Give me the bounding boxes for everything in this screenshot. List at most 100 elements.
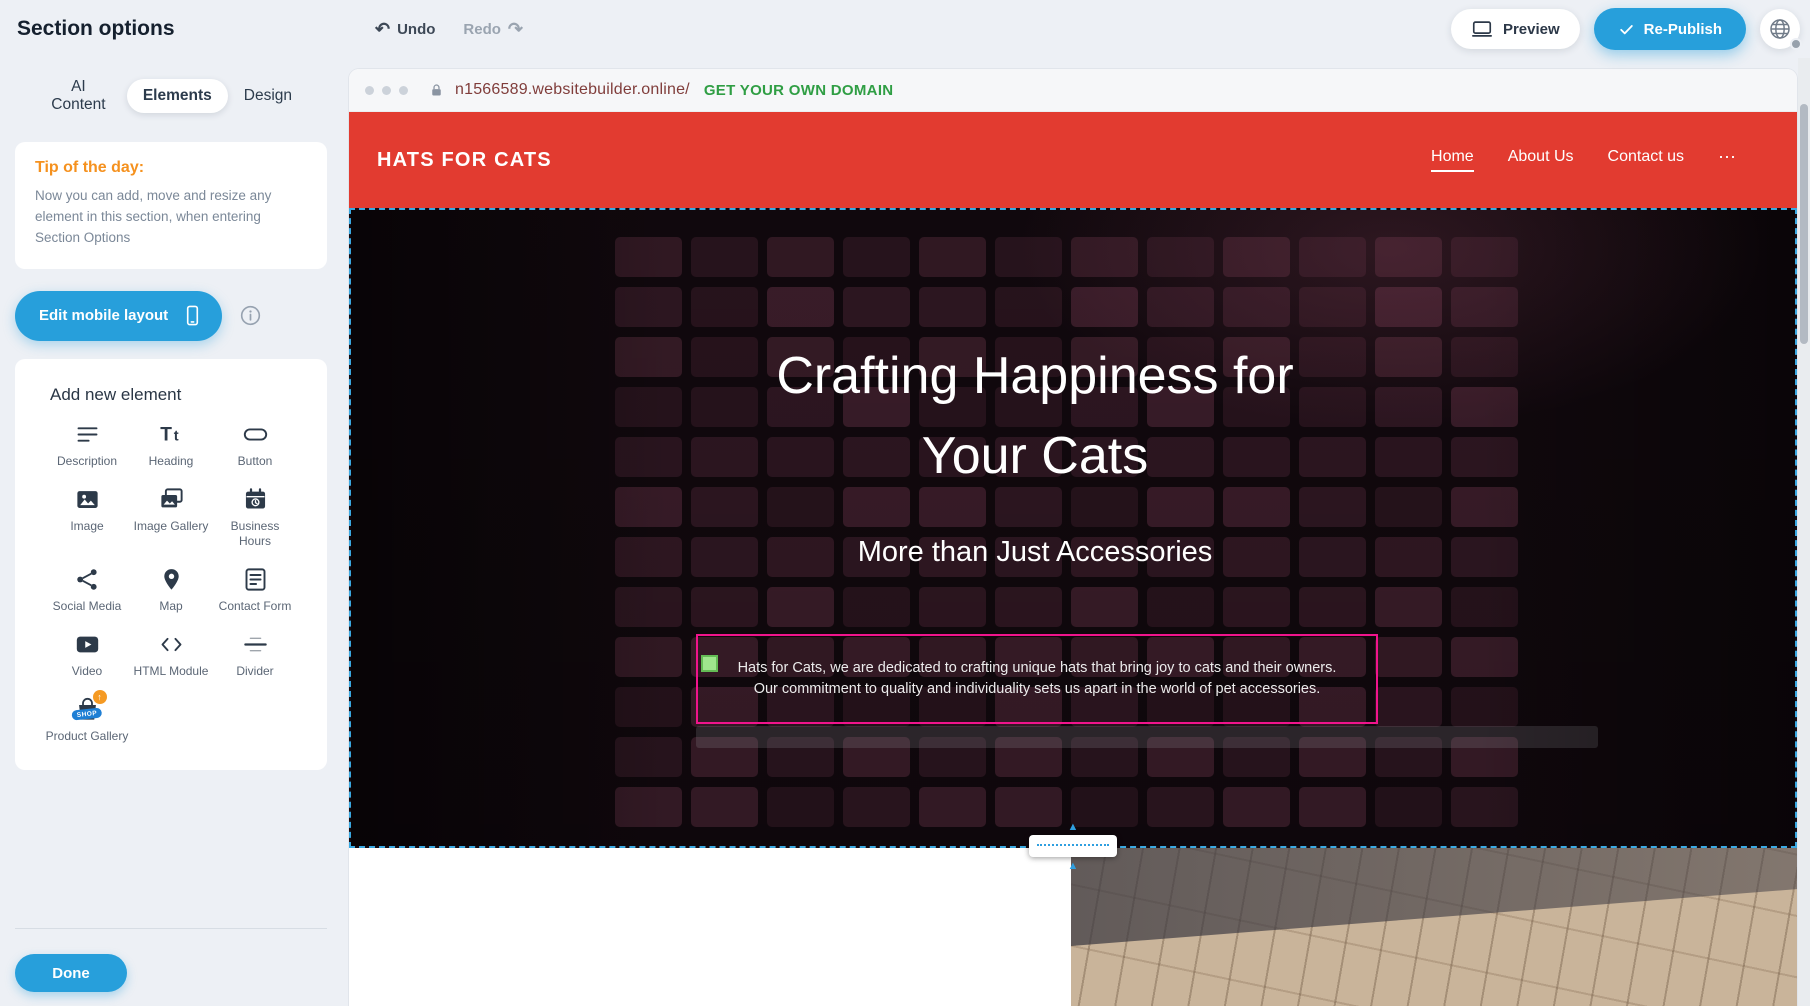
preview-button[interactable]: Preview [1451,9,1580,49]
republish-button[interactable]: Re-Publish [1594,8,1746,50]
tab-design[interactable]: Design [228,79,308,113]
add-video-button[interactable]: Video [45,631,129,679]
social-media-icon [74,566,101,593]
page-title: Section options [17,17,175,41]
video-icon [74,631,101,658]
section-resize-handle[interactable]: ▲ ▲ [1029,835,1117,857]
hero-tile [1375,537,1442,577]
hero-tile [995,287,1062,327]
hero-heading[interactable]: Crafting Happiness for Your Cats [575,336,1495,496]
hero-tile [691,787,758,827]
hero-tile [615,737,682,777]
drag-handle[interactable] [701,655,718,672]
nav-contact-us[interactable]: Contact us [1608,148,1684,172]
add-social-media-button[interactable]: Social Media [45,566,129,614]
add-element-panel: Add new element Description Tt Heading B… [15,359,327,770]
sidebar-divider [15,928,327,929]
tab-elements[interactable]: Elements [127,79,228,113]
description-icon [74,421,101,448]
element-placeholder-bar [696,726,1598,748]
edit-mobile-layout-button[interactable]: Edit mobile layout [15,291,222,341]
site-viewport: HATS FOR CATS Home About Us Contact us ⋯… [349,112,1797,1006]
hero-subheading[interactable]: More than Just Accessories [858,536,1213,569]
get-domain-link[interactable]: GET YOUR OWN DOMAIN [704,82,894,99]
hero-tile [1375,587,1442,627]
selected-paragraph-element[interactable]: Hats for Cats, we are dedicated to craft… [696,634,1378,724]
hero-tile [767,587,834,627]
add-product-gallery-button[interactable]: SHOP ↑ Product Gallery [45,696,129,744]
add-button-element[interactable]: Button [213,421,297,469]
browser-chrome: n1566589.websitebuilder.online/ GET YOUR… [349,69,1797,112]
hero-tile [1451,587,1518,627]
nav-home[interactable]: Home [1431,148,1474,172]
hero-tile [1299,537,1366,577]
hero-tile [1071,587,1138,627]
globe-status-dot [1790,38,1802,50]
website-builder-app: Section options ↶ Undo Redo ↷ Preview [0,0,1810,1006]
hero-tile [1071,787,1138,827]
hero-tile [919,787,986,827]
hero-section[interactable]: Crafting Happiness for Your Cats More th… [349,208,1797,848]
redo-label: Redo [463,21,501,38]
nav-more-icon[interactable]: ⋯ [1718,147,1737,174]
hero-tile [1451,637,1518,677]
add-image-button[interactable]: Image [45,486,129,549]
add-contact-form-button[interactable]: Contact Form [213,566,297,614]
hero-tile [1375,787,1442,827]
add-image-gallery-button[interactable]: Image Gallery [129,486,213,549]
hero-tile [691,587,758,627]
done-button[interactable]: Done [15,954,127,992]
hero-tile [767,537,834,577]
button-icon [242,421,269,448]
hero-tile [1299,587,1366,627]
undo-button[interactable]: ↶ Undo [375,20,435,38]
hero-tile [1223,587,1290,627]
element-grid: Description Tt Heading Button Image [15,421,327,744]
info-icon[interactable] [239,304,262,327]
window-dot [365,86,374,95]
undo-icon: ↶ [375,20,390,38]
add-map-button[interactable]: Map [129,566,213,614]
window-dot [382,86,391,95]
add-business-hours-button[interactable]: Business Hours [213,486,297,549]
hero-tile [919,287,986,327]
add-heading-button[interactable]: Tt Heading [129,421,213,469]
nav-about-us[interactable]: About Us [1508,148,1574,172]
scrollbar-thumb[interactable] [1800,104,1808,344]
hero-tile [1375,287,1442,327]
tab-ai-content[interactable]: AI Content [30,70,127,122]
hero-tile [691,237,758,277]
site-header: HATS FOR CATS Home About Us Contact us ⋯ [349,112,1797,208]
resize-handle-pill [1029,835,1117,857]
hero-tile [615,537,682,577]
add-divider-button[interactable]: Divider [213,631,297,679]
site-url[interactable]: n1566589.websitebuilder.online/ [455,81,690,99]
add-description-button[interactable]: Description [45,421,129,469]
pavement-photo [1071,848,1797,1006]
hero-tile [691,287,758,327]
hero-tile [615,237,682,277]
page-scrollbar [1798,58,1810,1006]
hero-tile [1223,787,1290,827]
history-controls: ↶ Undo Redo ↷ [375,0,523,58]
hero-tile [1299,787,1366,827]
lock-icon [428,82,445,99]
add-element-title: Add new element [15,385,327,405]
language-globe-button[interactable] [1760,9,1800,49]
browser-frame: n1566589.websitebuilder.online/ GET YOUR… [349,69,1797,1006]
redo-button[interactable]: Redo ↷ [463,20,523,38]
panel-tabs: AI Content Elements Design [30,70,308,122]
site-logo[interactable]: HATS FOR CATS [377,149,552,172]
hero-tile [1147,587,1214,627]
hero-tile [1451,287,1518,327]
hero-tile [615,587,682,627]
site-nav: Home About Us Contact us ⋯ [1431,147,1737,174]
svg-text:t: t [173,428,178,444]
hero-tile [1223,537,1290,577]
resize-arrow-up-icon: ▲ [1068,822,1079,833]
hero-tile [1223,237,1290,277]
image-gallery-icon [158,486,185,513]
redo-icon: ↷ [508,20,523,38]
hero-tile [919,237,986,277]
add-html-module-button[interactable]: HTML Module [129,631,213,679]
